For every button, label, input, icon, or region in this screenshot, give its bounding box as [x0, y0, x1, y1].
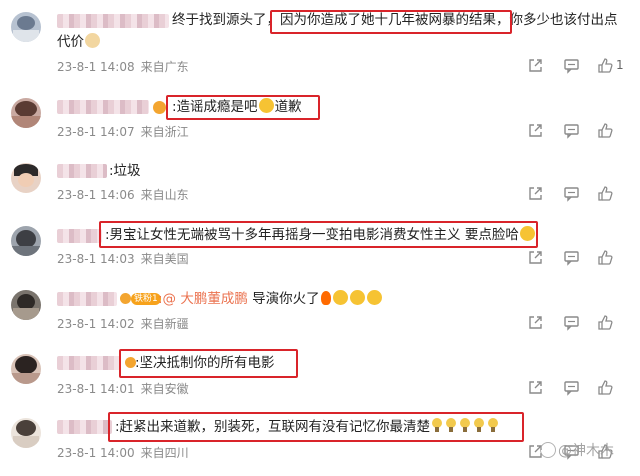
comment-icon[interactable]: [563, 57, 580, 74]
comment-actions: [527, 314, 632, 332]
laugh-cry-emoji-icon: [366, 290, 382, 305]
comment-date: 23-8-1 14:08: [57, 60, 135, 74]
comment-location: 来自安徽: [140, 382, 189, 396]
watermark: @神木木: [540, 440, 614, 460]
comment-icon[interactable]: [563, 185, 580, 202]
share-icon[interactable]: [527, 249, 544, 266]
weibo-logo-icon: [540, 442, 556, 458]
comment-date: 23-8-1 14:07: [57, 125, 135, 139]
comment-actions: [527, 122, 632, 140]
comment-text: 终于找到源头了，: [172, 12, 280, 28]
username-blurred[interactable]: [57, 292, 117, 306]
highlight-box: [270, 10, 512, 34]
comment-actions: [527, 379, 632, 397]
username-blurred[interactable]: [57, 100, 149, 114]
username-blurred[interactable]: [57, 356, 121, 370]
like-icon[interactable]: [597, 379, 614, 396]
share-icon[interactable]: [527, 379, 544, 396]
comment-icon[interactable]: [563, 379, 580, 396]
comment-date: 23-8-1 14:02: [57, 317, 135, 331]
comment-date: 23-8-1 14:06: [57, 188, 135, 202]
fan-badge-icon: [120, 293, 131, 304]
comment-text: :垃圾: [109, 163, 141, 179]
comment-location: 来自四川: [140, 446, 189, 460]
username-blurred[interactable]: [57, 164, 107, 178]
like-icon[interactable]: [597, 122, 614, 139]
highlight-box: [108, 412, 524, 442]
highlight-box: [99, 221, 538, 248]
comment-date: 23-8-1 14:00: [57, 446, 135, 460]
user-badge-icon: [153, 101, 166, 114]
laugh-cry-emoji-icon: [349, 290, 365, 305]
comment-location: 来自浙江: [140, 125, 189, 139]
comment-icon[interactable]: [563, 314, 580, 331]
comment-actions: [527, 185, 632, 203]
dog-emoji-icon: [85, 33, 100, 48]
comment-location: 来自美国: [140, 252, 189, 266]
avatar[interactable]: [11, 226, 41, 256]
username-blurred[interactable]: [57, 14, 169, 28]
comment-icon[interactable]: [563, 122, 580, 139]
like-icon[interactable]: [597, 314, 614, 331]
share-icon[interactable]: [527, 57, 544, 74]
username-blurred[interactable]: [57, 420, 112, 434]
avatar[interactable]: [11, 12, 41, 42]
share-icon[interactable]: [527, 122, 544, 139]
like-icon[interactable]: [597, 57, 614, 74]
like-icon[interactable]: [597, 249, 614, 266]
comment-location: 来自广东: [140, 60, 189, 74]
comment-icon[interactable]: [563, 249, 580, 266]
like-icon[interactable]: [597, 185, 614, 202]
like-count: 1: [616, 58, 624, 72]
avatar[interactable]: [11, 354, 41, 384]
share-icon[interactable]: [527, 185, 544, 202]
watermark-text: @神木木: [558, 443, 614, 459]
comment-date: 23-8-1 14:03: [57, 252, 135, 266]
highlight-box: [166, 95, 320, 120]
fan-badge: 铁粉1: [131, 293, 161, 305]
share-icon[interactable]: [527, 314, 544, 331]
highlight-box: [119, 349, 298, 378]
avatar[interactable]: [11, 418, 41, 448]
comment-actions: [527, 249, 632, 267]
comment-location: 来自新疆: [140, 317, 189, 331]
username-blurred[interactable]: [57, 229, 102, 243]
avatar[interactable]: [11, 290, 41, 320]
avatar[interactable]: [11, 163, 41, 193]
comment-date: 23-8-1 14:01: [57, 382, 135, 396]
mention-link[interactable]: :@ 大鹏董成鹏: [158, 291, 248, 307]
laugh-cry-emoji-icon: [332, 290, 348, 305]
comment-location: 来自山东: [140, 188, 189, 202]
comment-text: 导演你火了: [247, 291, 320, 307]
comment-text-tail: 你多少也该付出点: [509, 12, 618, 28]
fire-emoji-icon: [320, 291, 331, 305]
avatar[interactable]: [11, 98, 41, 128]
comment-text-line2: 代价: [57, 34, 84, 50]
